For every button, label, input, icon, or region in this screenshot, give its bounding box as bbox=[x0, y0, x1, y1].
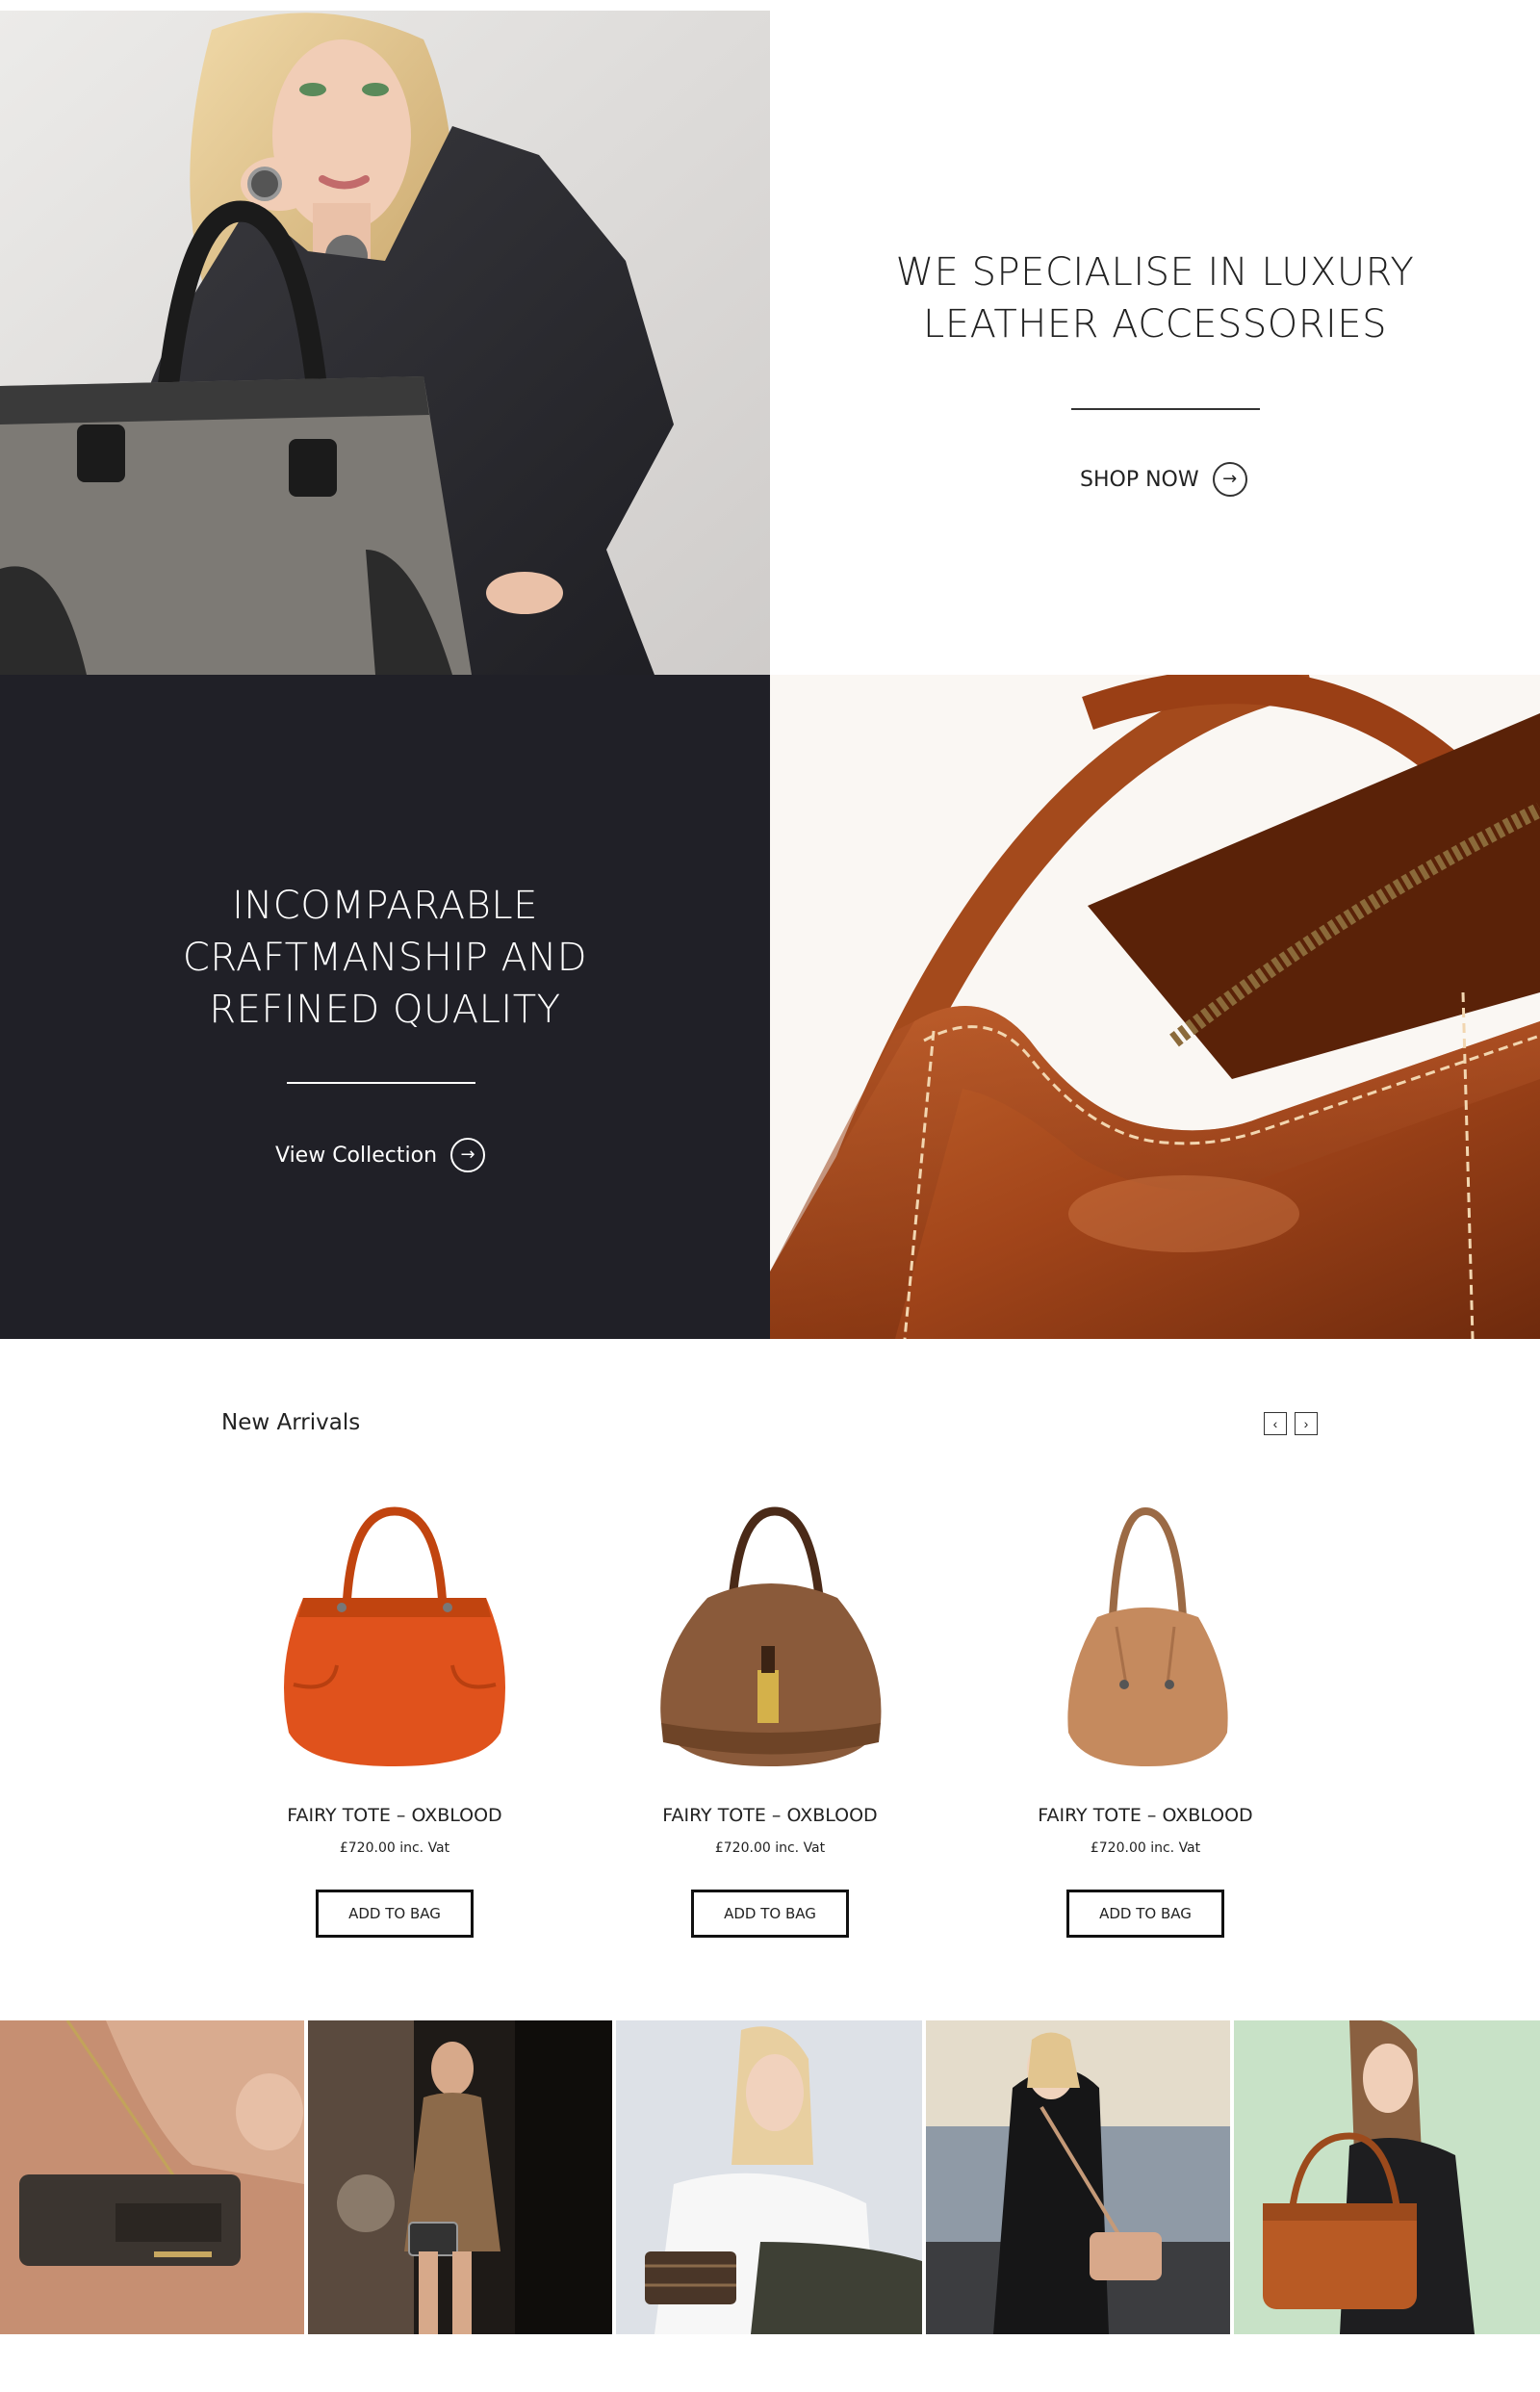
product-price: £720.00 inc. Vat bbox=[714, 1840, 826, 1856]
chevron-left-icon: ‹ bbox=[1272, 1416, 1278, 1431]
orange-handbag-image bbox=[284, 1506, 505, 1766]
product-card: FAIRY TOTE – OXBLOOD £720.00 inc. Vat AD… bbox=[611, 1502, 929, 1944]
hero-secondary-headline-line2: CRAFTMANSHIP AND bbox=[182, 936, 588, 980]
hero-primary-panel: WE SPECIALISE IN LUXURY LEATHER ACCESSOR… bbox=[770, 11, 1540, 675]
gallery-image[interactable] bbox=[1234, 2020, 1540, 2334]
product-price: £720.00 inc. Vat bbox=[339, 1840, 450, 1856]
view-collection-label: View Collection bbox=[275, 1143, 438, 1168]
hero-model-image bbox=[0, 11, 770, 675]
arrow-right-icon: → bbox=[450, 1138, 486, 1172]
gallery-seated-model-illustration bbox=[616, 2020, 922, 2334]
chevron-right-icon: › bbox=[1303, 1416, 1309, 1431]
hero-secondary-divider bbox=[287, 1082, 475, 1084]
hero-primary-headline-line2: LEATHER ACCESSORIES bbox=[923, 302, 1387, 347]
tan-handbag-image bbox=[1067, 1506, 1228, 1766]
leather-bag-closeup-illustration bbox=[770, 675, 1540, 1339]
add-to-bag-button[interactable]: ADD TO BAG bbox=[691, 1890, 849, 1938]
arrow-right-icon: → bbox=[1212, 462, 1247, 497]
gallery-image[interactable] bbox=[926, 2020, 1230, 2334]
product-name: FAIRY TOTE – OXBLOOD bbox=[287, 1805, 502, 1826]
gallery-crossbody-bag-illustration bbox=[926, 2020, 1230, 2334]
carousel-next-button[interactable]: › bbox=[1295, 1412, 1318, 1435]
leather-bag-closeup-image bbox=[770, 675, 1540, 1339]
add-to-bag-button[interactable]: ADD TO BAG bbox=[316, 1890, 474, 1938]
gallery-image[interactable] bbox=[0, 2020, 304, 2334]
brown-handbag-image bbox=[660, 1506, 882, 1766]
gallery-image[interactable] bbox=[616, 2020, 922, 2334]
gallery-clutch-illustration bbox=[0, 2020, 304, 2334]
hero-secondary-headline-line1: INCOMPARABLE bbox=[232, 884, 538, 928]
product-name: FAIRY TOTE – OXBLOOD bbox=[662, 1805, 878, 1826]
gallery-evening-bag-illustration bbox=[308, 2020, 612, 2334]
model-with-bag-illustration bbox=[0, 11, 770, 675]
product-price: £720.00 inc. Vat bbox=[1090, 1840, 1201, 1856]
hero-secondary-panel: INCOMPARABLE CRAFTMANSHIP AND REFINED QU… bbox=[0, 675, 770, 1339]
hero-primary-divider bbox=[1071, 408, 1260, 410]
new-arrivals-title: New Arrivals bbox=[221, 1410, 361, 1435]
view-collection-button[interactable]: View Collection → bbox=[275, 1138, 486, 1172]
carousel-prev-button[interactable]: ‹ bbox=[1264, 1412, 1287, 1435]
product-card: FAIRY TOTE – OXBLOOD £720.00 inc. Vat AD… bbox=[987, 1502, 1304, 1944]
shop-now-button[interactable]: SHOP NOW → bbox=[1080, 462, 1247, 497]
shop-now-label: SHOP NOW bbox=[1080, 467, 1199, 492]
gallery-image[interactable] bbox=[308, 2020, 612, 2334]
hero-secondary-headline-line3: REFINED QUALITY bbox=[209, 988, 561, 1032]
product-card: FAIRY TOTE – OXBLOOD £720.00 inc. Vat AD… bbox=[236, 1502, 553, 1944]
product-name: FAIRY TOTE – OXBLOOD bbox=[1038, 1805, 1253, 1826]
add-to-bag-button[interactable]: ADD TO BAG bbox=[1066, 1890, 1224, 1938]
hero-primary-headline-line1: WE SPECIALISE IN LUXURY bbox=[895, 250, 1415, 295]
gallery-tote-model-illustration bbox=[1234, 2020, 1540, 2334]
